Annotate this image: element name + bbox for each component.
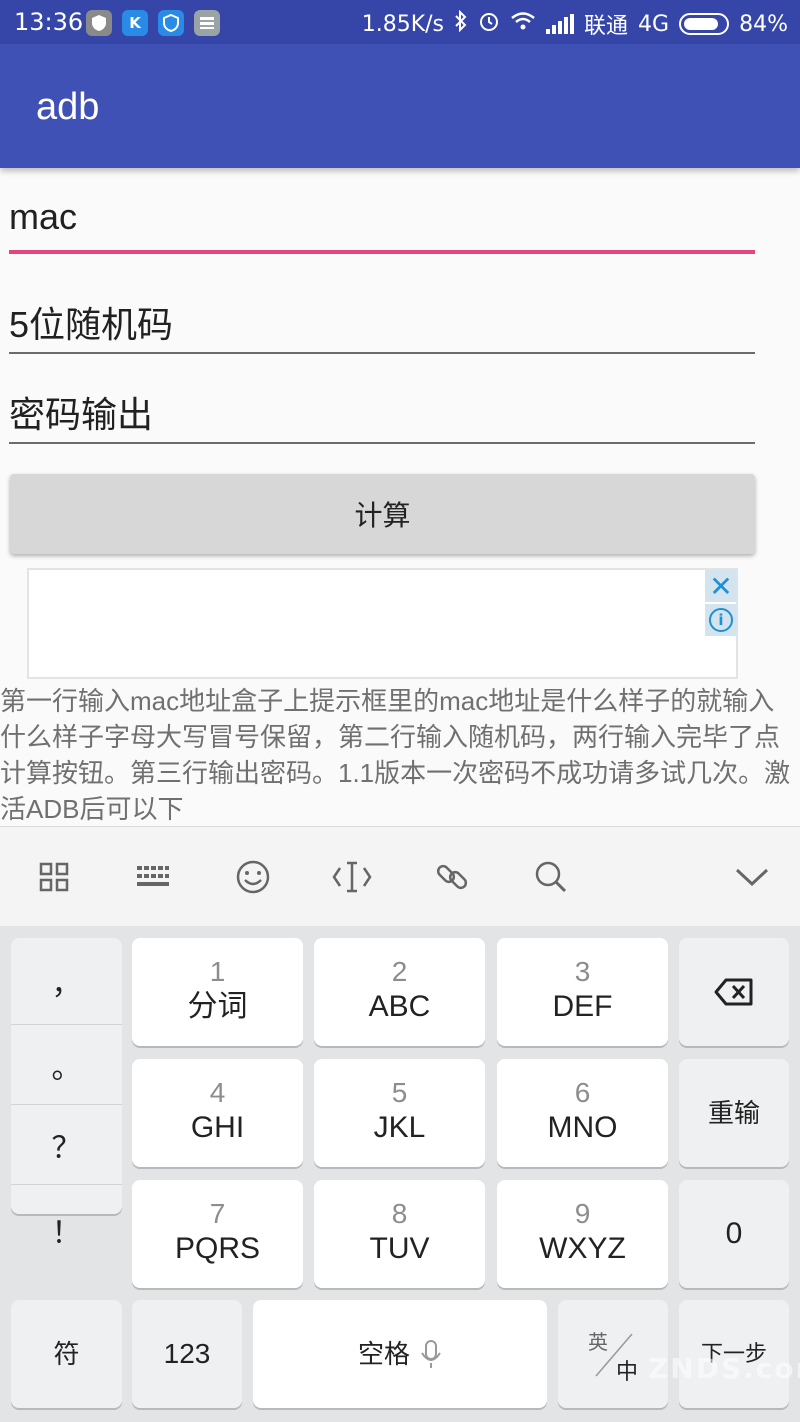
battery-percent: 84% bbox=[739, 11, 788, 37]
punct-period-key[interactable]: 。 bbox=[11, 1025, 122, 1105]
key-8[interactable]: 8 TUV bbox=[314, 1180, 485, 1288]
badge-icon bbox=[158, 10, 184, 36]
key-4[interactable]: 4 GHI bbox=[132, 1059, 303, 1167]
cursor-icon[interactable] bbox=[332, 857, 372, 897]
backspace-icon bbox=[714, 978, 753, 1006]
message-icon bbox=[194, 10, 220, 36]
wifi-icon bbox=[510, 11, 536, 37]
password-output-field[interactable]: 密码输出 bbox=[9, 386, 755, 444]
alarm-icon bbox=[478, 10, 500, 38]
status-right: 1.85K/s 联通 4G 84% bbox=[362, 8, 788, 40]
net-speed: 1.85K/s bbox=[361, 11, 445, 37]
password-output-underline bbox=[9, 442, 755, 444]
calculate-button[interactable]: 计算 bbox=[10, 474, 755, 554]
key-1[interactable]: 1 分词 bbox=[132, 938, 303, 1046]
chevron-down-icon[interactable] bbox=[732, 857, 772, 897]
punct-comma-key[interactable]: ， bbox=[11, 938, 122, 1025]
key-7[interactable]: 7 PQRS bbox=[132, 1180, 303, 1288]
shield-icon bbox=[86, 10, 112, 36]
status-time: 13:36 bbox=[14, 8, 84, 36]
key-6[interactable]: 6 MNO bbox=[497, 1059, 668, 1167]
keyboard-toolbar bbox=[0, 826, 800, 926]
ad-info-icon[interactable]: i bbox=[705, 604, 737, 636]
backspace-key[interactable] bbox=[679, 938, 789, 1046]
grid-icon[interactable] bbox=[34, 857, 74, 897]
notification-icons: K bbox=[86, 10, 220, 36]
network-type: 4G bbox=[638, 11, 670, 37]
mic-icon bbox=[421, 1340, 441, 1368]
status-bar: 13:36 K 1.85K/s 联通 4G 84% bbox=[0, 0, 800, 44]
link-icon[interactable] bbox=[432, 857, 472, 897]
battery-icon bbox=[679, 13, 730, 35]
key-5[interactable]: 5 JKL bbox=[314, 1059, 485, 1167]
app-bar: adb bbox=[0, 44, 800, 168]
carrier: 联通 bbox=[584, 14, 629, 39]
key-3[interactable]: 3 DEF bbox=[497, 938, 668, 1046]
keyboard-icon[interactable] bbox=[133, 857, 173, 897]
signal-icon bbox=[546, 14, 575, 34]
symbol-key[interactable]: 符 bbox=[11, 1300, 122, 1408]
numbers-key[interactable]: 123 bbox=[132, 1300, 242, 1408]
random-code-placeholder: 5位随机码 bbox=[9, 304, 174, 345]
watermark: ZNDS.com bbox=[648, 1352, 800, 1385]
bluetooth-icon bbox=[454, 9, 468, 38]
ad-banner[interactable] bbox=[27, 568, 738, 679]
keyboard: ， 。 ？ ！ 1 分词 2 ABC 3 DEF 4 GHI 5 JKL 6 M… bbox=[0, 926, 800, 1422]
punct-question-key[interactable]: ？ bbox=[11, 1105, 122, 1185]
key-9[interactable]: 9 WXYZ bbox=[497, 1180, 668, 1288]
punctuation-column[interactable]: ， 。 ？ bbox=[11, 938, 122, 1214]
instructions-text: 第一行输入mac地址盒子上提示框里的mac地址是什么样子的就输入什么样子字母大写… bbox=[0, 686, 791, 824]
app-title: adb bbox=[36, 86, 100, 128]
space-key[interactable]: 空格 bbox=[253, 1300, 547, 1408]
ad-close-icon[interactable]: ✕ bbox=[705, 570, 737, 603]
reinput-key[interactable]: 重输 bbox=[679, 1059, 789, 1167]
mac-input[interactable]: mac bbox=[9, 196, 755, 254]
mac-input-value: mac bbox=[9, 196, 78, 237]
random-code-input[interactable]: 5位随机码 bbox=[9, 296, 755, 354]
search-icon[interactable] bbox=[531, 857, 571, 897]
key-2[interactable]: 2 ABC bbox=[314, 938, 485, 1046]
key-0[interactable]: 0 bbox=[679, 1180, 789, 1288]
punct-exclamation-key[interactable]: ！ bbox=[11, 1190, 122, 1270]
k-icon: K bbox=[122, 10, 148, 36]
random-code-underline bbox=[9, 352, 755, 354]
password-output-placeholder: 密码输出 bbox=[9, 394, 154, 435]
mac-input-underline bbox=[9, 250, 755, 254]
emoji-icon[interactable] bbox=[233, 857, 273, 897]
